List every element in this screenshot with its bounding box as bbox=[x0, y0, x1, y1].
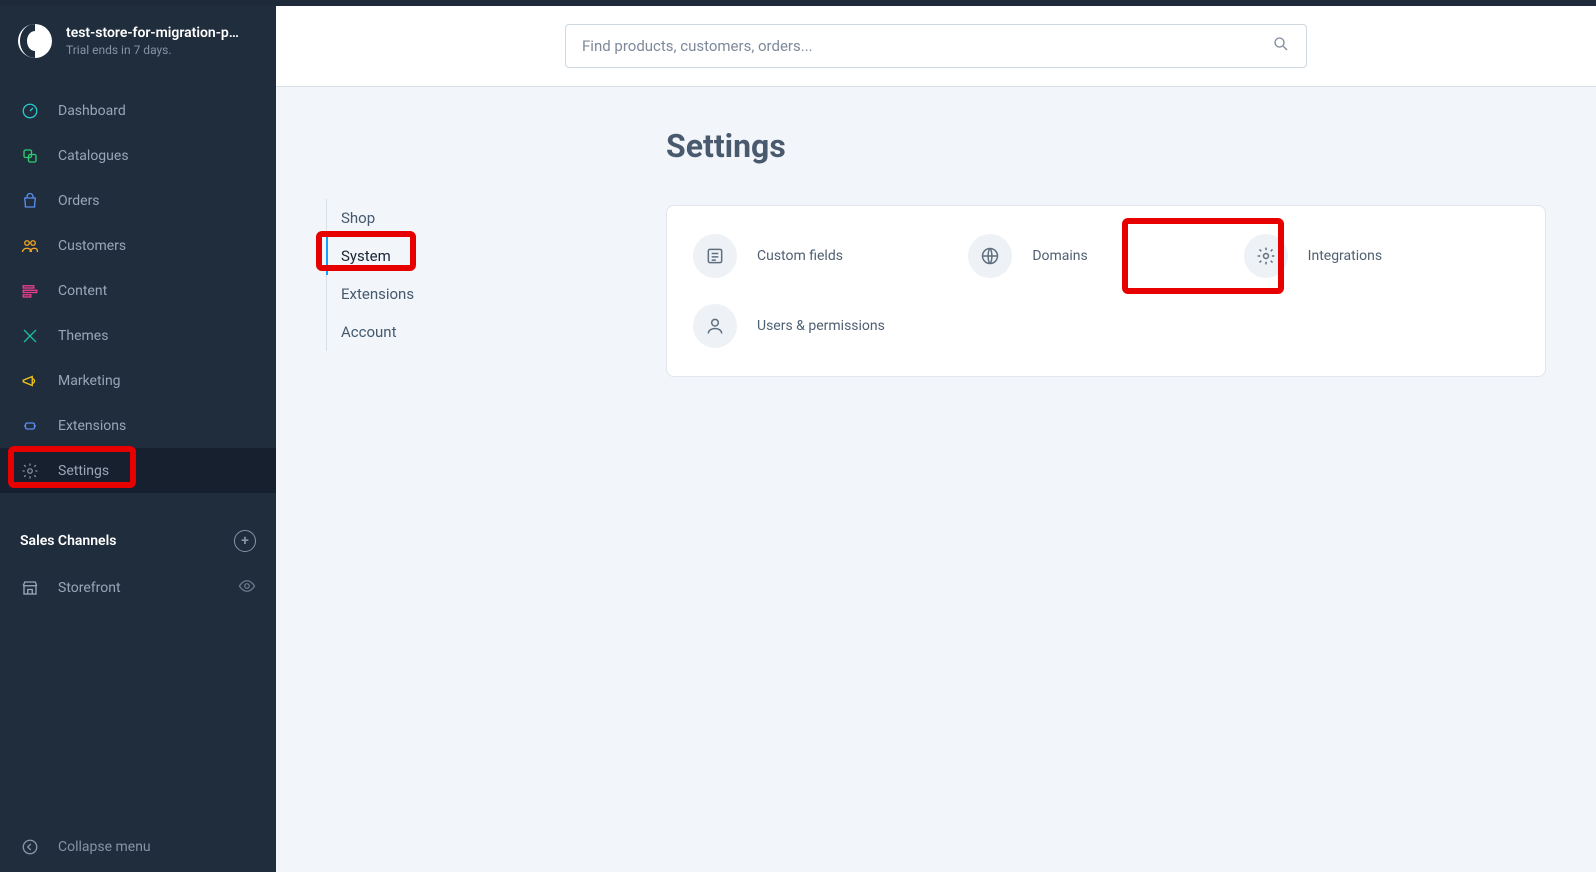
setting-integrations[interactable]: Integrations bbox=[1244, 234, 1519, 278]
settings-card: Custom fields Domains Integrations bbox=[666, 205, 1546, 377]
main: Shop System Extensions Account Settings … bbox=[276, 6, 1596, 872]
settings-panel: Settings Custom fields Domains bbox=[666, 127, 1546, 832]
sidebar: test-store-for-migration-p… Trial ends i… bbox=[0, 6, 276, 872]
logo bbox=[18, 24, 52, 58]
sidebar-item-label: Catalogues bbox=[58, 148, 129, 164]
themes-icon bbox=[20, 327, 40, 345]
collapse-label: Collapse menu bbox=[58, 839, 151, 855]
sidebar-item-themes[interactable]: Themes bbox=[0, 313, 276, 358]
search-icon bbox=[1272, 35, 1290, 57]
tab-extensions[interactable]: Extensions bbox=[327, 275, 666, 313]
sidebar-item-label: Themes bbox=[58, 328, 108, 344]
sidebar-item-label: Orders bbox=[58, 193, 100, 209]
bag-icon bbox=[20, 192, 40, 210]
sidebar-item-label: Extensions bbox=[58, 418, 126, 434]
sidebar-item-label: Customers bbox=[58, 238, 126, 254]
users-icon bbox=[20, 237, 40, 255]
setting-label: Users & permissions bbox=[757, 318, 885, 334]
collapse-menu[interactable]: Collapse menu bbox=[0, 822, 276, 872]
tab-account[interactable]: Account bbox=[327, 313, 666, 351]
sales-channels-label: Sales Channels bbox=[20, 533, 116, 549]
custom-fields-icon bbox=[693, 234, 737, 278]
globe-icon bbox=[968, 234, 1012, 278]
search-bar-row bbox=[276, 6, 1596, 87]
setting-label: Custom fields bbox=[757, 248, 843, 264]
setting-domains[interactable]: Domains bbox=[968, 234, 1243, 278]
chevron-left-icon bbox=[20, 838, 40, 856]
sidebar-item-label: Settings bbox=[58, 463, 109, 479]
sidebar-item-dashboard[interactable]: Dashboard bbox=[0, 88, 276, 133]
sidebar-item-label: Content bbox=[58, 283, 107, 299]
settings-tabs: Shop System Extensions Account bbox=[326, 199, 666, 351]
sidebar-item-content[interactable]: Content bbox=[0, 268, 276, 313]
sidebar-item-catalogues[interactable]: Catalogues bbox=[0, 133, 276, 178]
tabs-column: Shop System Extensions Account bbox=[326, 127, 666, 832]
sidebar-item-customers[interactable]: Customers bbox=[0, 223, 276, 268]
megaphone-icon bbox=[20, 372, 40, 390]
channel-storefront[interactable]: Storefront bbox=[0, 565, 276, 610]
sidebar-item-extensions[interactable]: Extensions bbox=[0, 403, 276, 448]
sidebar-item-label: Marketing bbox=[58, 373, 121, 389]
sidebar-item-settings[interactable]: Settings bbox=[0, 448, 276, 493]
search-input[interactable] bbox=[582, 37, 1272, 55]
sidebar-header: test-store-for-migration-p… Trial ends i… bbox=[0, 6, 276, 76]
tab-system[interactable]: System bbox=[326, 237, 666, 275]
plug-icon bbox=[20, 417, 40, 435]
store-subtext: Trial ends in 7 days. bbox=[66, 43, 239, 57]
sidebar-item-marketing[interactable]: Marketing bbox=[0, 358, 276, 403]
nav: Dashboard Catalogues Orders Customers bbox=[0, 88, 276, 493]
channel-label: Storefront bbox=[58, 580, 121, 596]
gear-icon bbox=[1244, 234, 1288, 278]
store-name: test-store-for-migration-p… bbox=[66, 25, 239, 42]
setting-label: Integrations bbox=[1308, 248, 1382, 264]
sales-channels-header: Sales Channels + bbox=[0, 517, 276, 565]
gauge-icon bbox=[20, 102, 40, 120]
sidebar-item-label: Dashboard bbox=[58, 103, 126, 119]
setting-custom-fields[interactable]: Custom fields bbox=[693, 234, 968, 278]
tab-shop[interactable]: Shop bbox=[327, 199, 666, 237]
gear-icon bbox=[20, 462, 40, 480]
setting-users-permissions[interactable]: Users & permissions bbox=[693, 304, 968, 348]
page-title: Settings bbox=[666, 127, 1546, 165]
setting-label: Domains bbox=[1032, 248, 1087, 264]
storefront-icon bbox=[20, 579, 40, 597]
user-icon bbox=[693, 304, 737, 348]
content-icon bbox=[20, 282, 40, 300]
add-channel-button[interactable]: + bbox=[234, 530, 256, 552]
eye-icon bbox=[238, 577, 256, 599]
sidebar-item-orders[interactable]: Orders bbox=[0, 178, 276, 223]
copy-icon bbox=[20, 147, 40, 165]
search-input-wrap[interactable] bbox=[565, 24, 1307, 68]
